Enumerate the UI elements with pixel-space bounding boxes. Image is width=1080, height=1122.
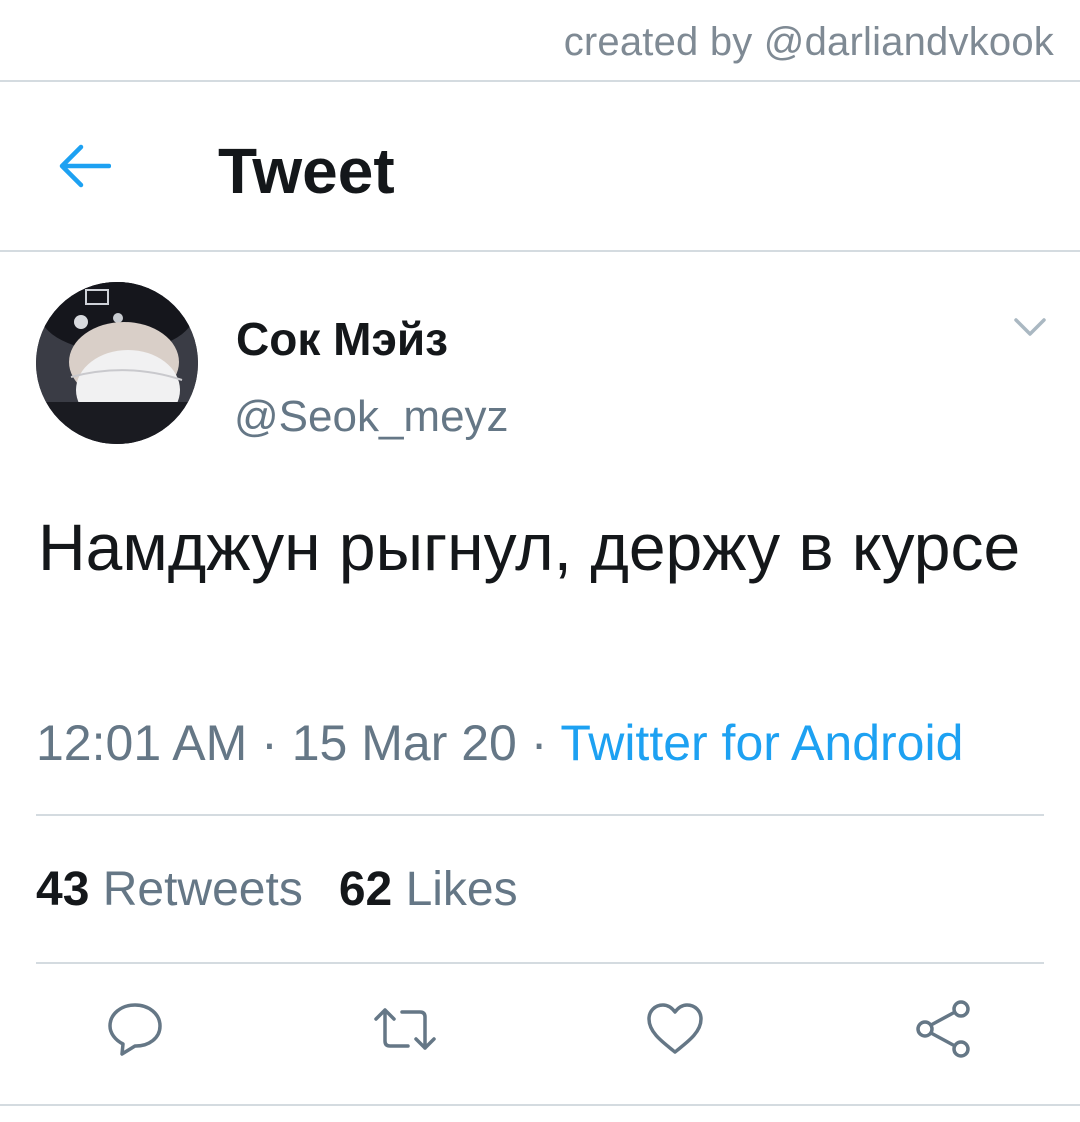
tweet-time: 12:01 AM	[36, 715, 248, 771]
meta-separator: ·	[530, 715, 548, 771]
tweet-source-link[interactable]: Twitter for Android	[560, 715, 963, 771]
header: Tweet	[0, 82, 1080, 252]
display-name[interactable]: Сок Мэйз	[236, 312, 448, 366]
retweets-label: Retweets	[102, 863, 303, 916]
divider	[36, 814, 1044, 816]
action-bar	[0, 994, 1080, 1064]
heart-icon	[647, 1003, 703, 1054]
chevron-down-icon	[1014, 318, 1046, 336]
tweet-date: 15 Mar 20	[291, 715, 517, 771]
share-button[interactable]	[908, 994, 978, 1064]
tweet-meta: 12:01 AM · 15 Mar 20 · Twitter for Andro…	[36, 714, 963, 772]
tweet-stats: 43 Retweets 62 Likes	[36, 862, 518, 917]
more-options-button[interactable]	[1010, 312, 1050, 342]
reply-icon	[108, 1003, 162, 1056]
arrow-left-icon	[59, 144, 111, 188]
reply-button[interactable]	[100, 994, 170, 1064]
retweet-icon	[374, 1008, 436, 1050]
back-button[interactable]	[54, 136, 114, 196]
meta-separator: ·	[261, 715, 278, 771]
divider	[0, 1104, 1080, 1106]
tweet-text: Намджун рыгнул, держу в курсе	[38, 510, 1021, 584]
likes-label: Likes	[405, 863, 518, 916]
retweets-count: 43	[36, 863, 90, 916]
share-icon	[916, 1000, 970, 1058]
retweet-button[interactable]	[370, 994, 440, 1064]
divider	[36, 962, 1044, 964]
avatar[interactable]	[36, 282, 198, 444]
page-title: Tweet	[218, 135, 395, 207]
watermark: created by @darliandvkook	[563, 20, 1054, 64]
likes-stat[interactable]: 62 Likes	[339, 863, 518, 916]
like-button[interactable]	[640, 994, 710, 1064]
likes-count: 62	[338, 863, 393, 916]
retweets-stat[interactable]: 43 Retweets	[36, 863, 303, 916]
user-handle[interactable]: @Seok_meyz	[234, 392, 509, 442]
watermark-bar: created by @darliandvkook	[0, 0, 1080, 82]
